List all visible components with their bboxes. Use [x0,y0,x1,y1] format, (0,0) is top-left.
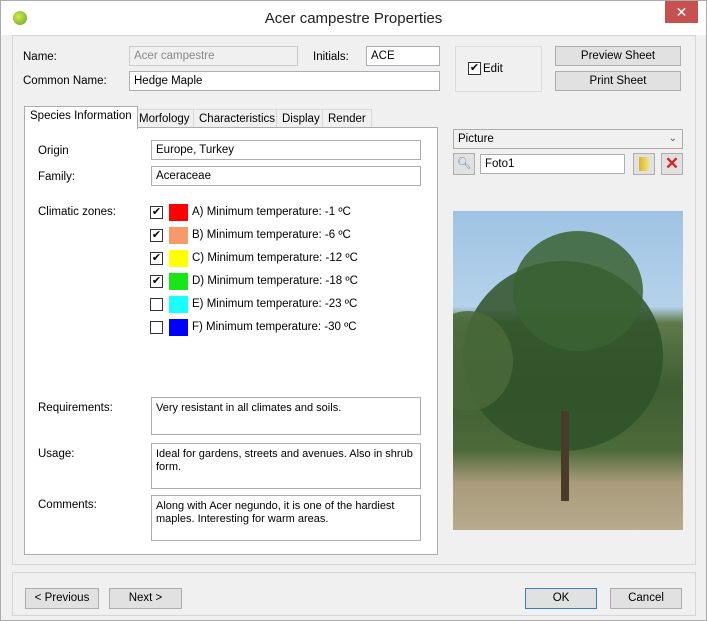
zone-checkbox[interactable] [150,298,163,311]
cancel-button[interactable]: Cancel [610,588,682,609]
zone-label: F) Minimum temperature: -30 ºC [192,321,357,333]
window-title: Acer campestre Properties [264,10,443,27]
open-folder-button[interactable] [633,153,655,175]
picture-dropdown[interactable]: Picture ⌄ [453,129,683,149]
initials-field[interactable]: ACE [366,46,440,66]
zone-label: D) Minimum temperature: -18 ºC [192,275,358,287]
climatic-zones-label: Climatic zones: [38,206,116,218]
title-bar: Acer campestre Properties ✕ [1,1,706,35]
initials-label: Initials: [313,51,349,63]
next-button[interactable]: Next > [109,588,182,609]
zone-label: B) Minimum temperature: -6 ºC [192,229,351,241]
properties-dialog: Acer campestre Properties ✕ Name: Acer c… [0,0,707,621]
zone-color-swatch [169,296,188,313]
zone-color-swatch [169,250,188,267]
species-photo [453,211,683,530]
edit-label: Edit [483,63,503,75]
family-field[interactable]: Aceraceae [151,166,421,186]
family-label: Family: [38,171,76,183]
tab-display[interactable]: Display [276,109,326,128]
requirements-label: Requirements: [38,402,113,414]
delete-picture-button[interactable]: ✕ [661,153,683,175]
picture-dropdown-value: Picture [458,133,494,145]
edit-checkbox[interactable]: ✔ [468,62,481,75]
comments-label: Comments: [38,499,97,511]
tab-render[interactable]: Render [322,109,372,128]
tab-species-information[interactable]: Species Information [24,106,138,129]
zone-checkbox[interactable]: ✔ [150,275,163,288]
usage-field[interactable]: Ideal for gardens, streets and avenues. … [151,443,421,489]
zone-color-swatch [169,319,188,336]
magnifier-icon: 🔍︎ [456,158,472,170]
usage-label: Usage: [38,448,75,460]
common-name-field[interactable]: Hedge Maple [129,71,440,91]
zone-checkbox[interactable] [150,321,163,334]
delete-x-icon: ✕ [664,154,680,173]
zone-color-swatch [169,204,188,221]
folder-icon [639,157,649,171]
close-button[interactable]: ✕ [665,1,698,23]
species-information-panel [24,127,438,555]
zone-label: C) Minimum temperature: -12 ºC [192,252,358,264]
preview-sheet-button[interactable]: Preview Sheet [555,46,681,66]
origin-label: Origin [38,145,69,157]
origin-field[interactable]: Europe, Turkey [151,140,421,160]
previous-button[interactable]: < Previous [25,588,99,609]
requirements-field[interactable]: Very resistant in all climates and soils… [151,397,421,435]
zone-label: A) Minimum temperature: -1 ºC [192,206,351,218]
tab-characteristics[interactable]: Characteristics [193,109,282,128]
zone-label: E) Minimum temperature: -23 ºC [192,298,358,310]
zone-color-swatch [169,227,188,244]
print-sheet-button[interactable]: Print Sheet [555,71,681,91]
name-label: Name: [23,51,57,63]
comments-field[interactable]: Along with Acer negundo, it is one of th… [151,495,421,541]
zone-color-swatch [169,273,188,290]
chevron-down-icon: ⌄ [668,133,677,144]
common-name-label: Common Name: [23,75,107,87]
tab-morfology[interactable]: Morfology [133,109,196,128]
zone-checkbox[interactable]: ✔ [150,229,163,242]
name-field[interactable]: Acer campestre [129,46,298,66]
ok-button[interactable]: OK [525,588,597,609]
zoom-picture-button[interactable]: 🔍︎ [453,153,475,175]
zone-checkbox[interactable]: ✔ [150,206,163,219]
zone-checkbox[interactable]: ✔ [150,252,163,265]
picture-file-field[interactable]: Foto1 [480,154,625,174]
